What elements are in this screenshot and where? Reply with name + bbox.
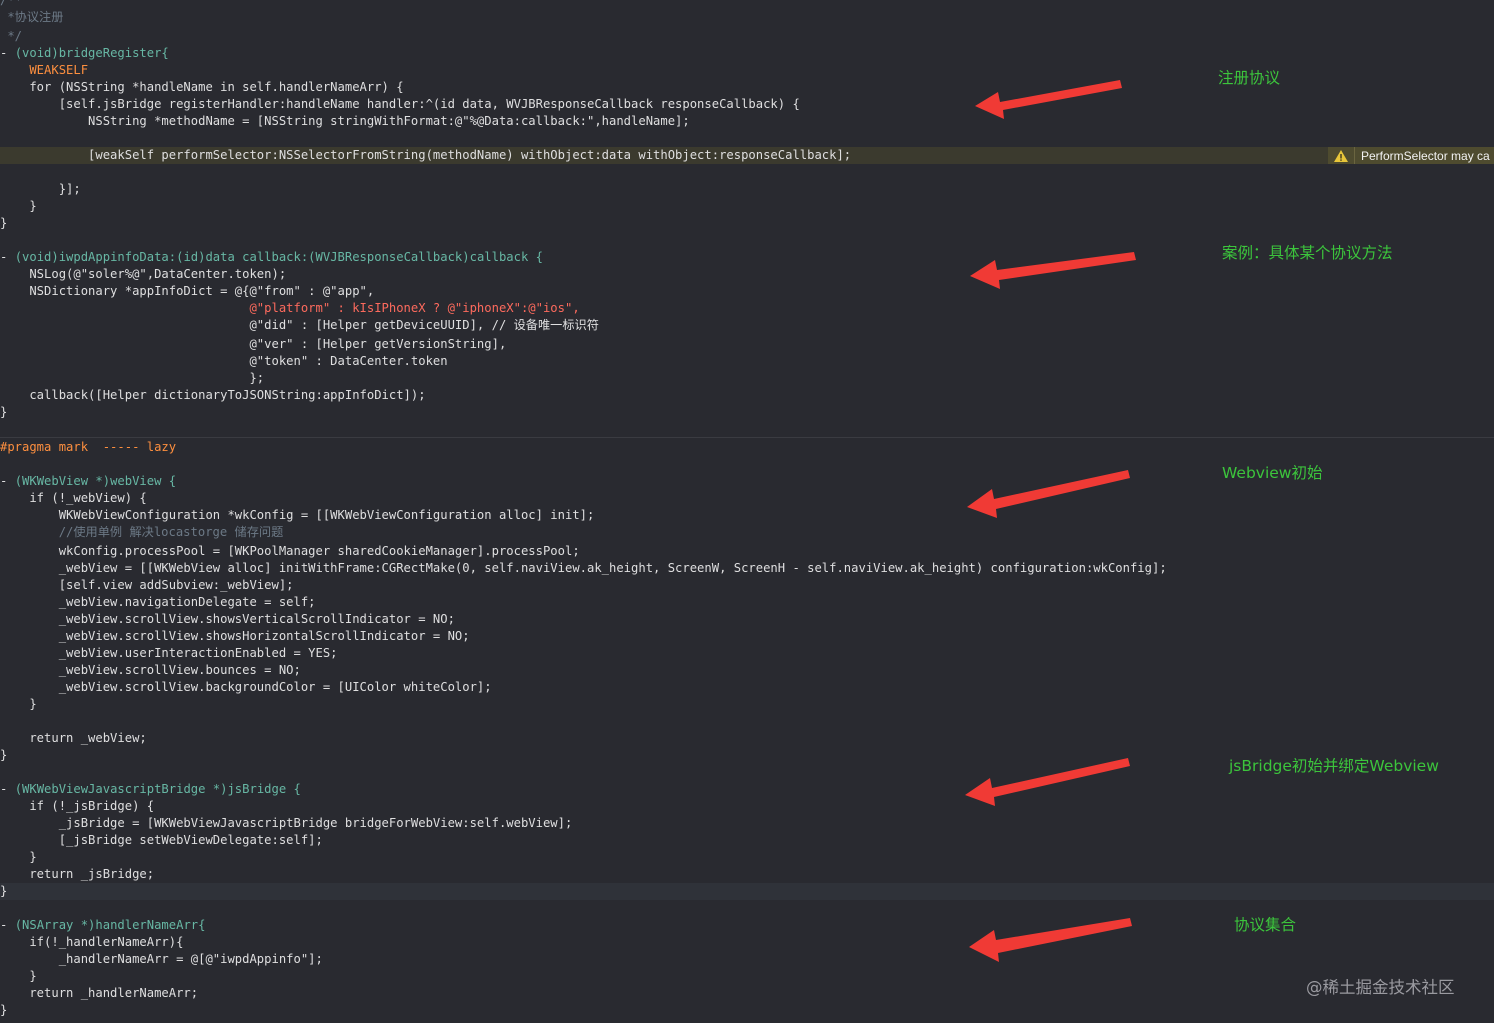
watermark: @稀土掘金技术社区 [1306, 978, 1455, 997]
code-line: return _jsBridge; [0, 867, 155, 881]
warning-text: PerformSelector may ca [1361, 148, 1490, 163]
code-line: if(!_handlerNameArr){ [0, 935, 184, 949]
code-line: WKWebViewConfiguration *wkConfig = [[WKW… [0, 508, 595, 522]
annotation-jsbridge-init: jsBridge初始并绑定Webview [1229, 757, 1439, 775]
code-line: _jsBridge = [WKWebViewJavascriptBridge b… [0, 816, 573, 830]
code-editor[interactable]: /** *协议注册 */ - (void)bridgeRegister{ WEA… [0, 0, 1494, 1023]
code-line: _webView.scrollView.backgroundColor = [U… [0, 680, 492, 694]
annotation-example: 案例：具体某个协议方法 [1222, 244, 1393, 262]
code-line: NSString *methodName = [NSString stringW… [0, 114, 690, 128]
code-line: return _webView; [0, 731, 147, 745]
code-line: [_jsBridge setWebViewDelegate:self]; [0, 833, 323, 847]
method-jsbridge-signature: - (WKWebViewJavascriptBridge *)jsBridge … [0, 782, 301, 796]
code-line: } [0, 1003, 8, 1017]
code-line: _webView.scrollView.showsHorizontalScrol… [0, 629, 470, 643]
cursor-line: } [0, 883, 1494, 900]
pragma-separator [0, 437, 1494, 438]
method-bridge-register-signature: - (void)bridgeRegister{ [0, 46, 169, 60]
code-line: //使用单例 解决locastorge 储存问题 [0, 525, 284, 539]
code-line: }]; [0, 182, 81, 196]
code-line: } [0, 850, 37, 864]
code-line: _handlerNameArr = @[@"iwpdAppinfo"]; [0, 952, 323, 966]
code-line: callback([Helper dictionaryToJSONString:… [0, 388, 426, 402]
code-line: } [0, 969, 37, 983]
code-line: } [0, 216, 8, 230]
code-line: return _handlerNameArr; [0, 986, 199, 1000]
code-line: if (!_jsBridge) { [0, 799, 155, 813]
comment-open-line: /** [0, 0, 23, 7]
comment-title-line: *协议注册 [0, 10, 64, 24]
annotation-webview-init: Webview初始 [1222, 464, 1323, 482]
code-line: @"token" : DataCenter.token [0, 354, 448, 368]
warning-triangle-icon [1328, 147, 1355, 164]
code-line: _webView.navigationDelegate = self; [0, 595, 316, 609]
code-line: if (!_webView) { [0, 491, 147, 505]
code-line: @"ver" : [Helper getVersionString], [0, 337, 507, 351]
code-line: [self.jsBridge registerHandler:handleNam… [0, 97, 800, 111]
warning-highlighted-line: [weakSelf performSelector:NSSelectorFrom… [0, 147, 1494, 164]
code-line: _webView.scrollView.showsVerticalScrollI… [0, 612, 455, 626]
code-line: @"platform" : kIsIPhoneX ? @"iphoneX":@"… [0, 301, 580, 315]
warning-badge[interactable]: PerformSelector may ca [1328, 147, 1494, 164]
code-line: }; [0, 371, 265, 385]
code-line: } [0, 405, 8, 419]
code-line: } [0, 697, 37, 711]
comment-close-line: */ [0, 29, 23, 43]
code-line: } [0, 199, 37, 213]
code-line: @"did" : [Helper getDeviceUUID], // 设备唯一… [0, 318, 599, 332]
code-line: NSLog(@"soler%@",DataCenter.token); [0, 267, 287, 281]
code-line: NSDictionary *appInfoDict = @{@"from" : … [0, 284, 375, 298]
code-line: [self.view addSubview:_webView]; [0, 578, 294, 592]
pragma-mark-line: #pragma mark ----- lazy [0, 440, 177, 454]
code-line: _webView.scrollView.bounces = NO; [0, 663, 301, 677]
annotation-collection: 协议集合 [1234, 916, 1297, 934]
code-line: _webView = [[WKWebView alloc] initWithFr… [0, 561, 1167, 575]
code-line: _webView.userInteractionEnabled = YES; [0, 646, 338, 660]
annotation-register: 注册协议 [1218, 69, 1281, 87]
code-line: wkConfig.processPool = [WKPoolManager sh… [0, 544, 580, 558]
